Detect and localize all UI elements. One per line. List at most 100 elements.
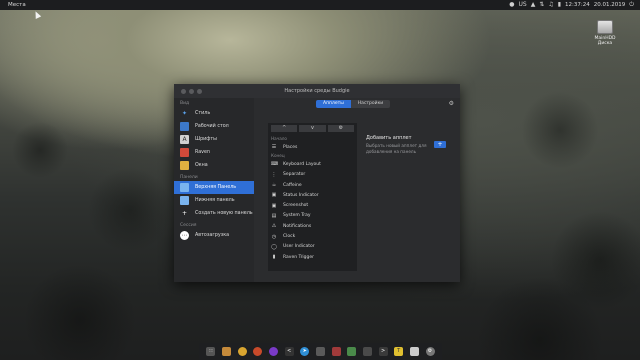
list-item[interactable]: ▤ System Tray xyxy=(268,211,357,221)
list-item[interactable]: ▣ Status Indicator xyxy=(268,190,357,200)
move-down-button[interactable]: v xyxy=(299,125,326,132)
list-item[interactable]: ◯ User Indicator xyxy=(268,242,357,252)
list-icon: ☰ xyxy=(271,144,277,151)
raven-icon: ▮ xyxy=(272,254,276,261)
sidebar-item-raven[interactable]: Raven xyxy=(174,146,254,159)
sidebar-item-label: Рабочий стол xyxy=(195,124,229,129)
applet-label: Raven Trigger xyxy=(283,254,315,260)
sidebar-item-label: Шрифты xyxy=(195,137,217,142)
sidebar-item-label: Окна xyxy=(195,163,208,168)
list-item[interactable]: ⌨ Keyboard Layout xyxy=(268,159,357,169)
sidebar-item-windows[interactable]: Окна xyxy=(174,159,254,172)
sidebar-item-desktop[interactable]: Рабочий стол xyxy=(174,120,254,133)
gear-icon[interactable]: ⚙ xyxy=(449,100,454,107)
chat-icon[interactable] xyxy=(362,347,372,356)
tab-applets[interactable]: Апплеты xyxy=(316,100,351,108)
style-icon: ✦ xyxy=(181,109,188,117)
title-bar[interactable]: Настройки среды Budgie xyxy=(174,84,460,98)
screenshot-icon: ▣ xyxy=(271,202,277,209)
sidebar-item-fonts[interactable]: A Шрифты xyxy=(174,133,254,146)
section-heading-panels: Панели xyxy=(180,175,198,180)
wifi-icon[interactable]: ▲ xyxy=(531,2,536,8)
sidebar-item-style[interactable]: ✦ Стиль xyxy=(174,107,254,120)
applet-label: Keyboard Layout xyxy=(283,161,321,167)
tab-bar: Апплеты Настройки xyxy=(316,100,391,108)
list-item[interactable]: ☰ Places xyxy=(268,142,357,152)
keyboard-icon: ⌨ xyxy=(271,161,279,168)
applet-label: Caffeine xyxy=(283,182,302,188)
keyboard-layout[interactable]: US xyxy=(518,2,526,8)
top-panel: Места ● US ▲ ⇅ ♫ ▮ 12:37:24 20.01.2019 ⏻ xyxy=(0,0,640,10)
applet-label: Notifications xyxy=(283,223,312,229)
desktop-icon xyxy=(180,122,189,131)
code-icon[interactable]: < xyxy=(284,347,294,356)
mpv-icon[interactable] xyxy=(268,347,278,356)
notes-icon[interactable]: T xyxy=(394,347,404,356)
sidebar-item-bottom-panel[interactable]: Нижняя панель xyxy=(174,194,254,207)
sidebar-item-label: Стиль xyxy=(195,111,211,116)
list-item[interactable]: ☕ Caffeine xyxy=(268,180,357,190)
sidebar-item-label: Автозагрузка xyxy=(195,233,230,238)
mic-icon[interactable]: ● xyxy=(509,2,514,8)
mouse-cursor xyxy=(32,10,42,19)
windows-icon xyxy=(180,161,189,170)
clock-date[interactable]: 20.01.2019 xyxy=(594,2,626,8)
applet-label: Screenshot xyxy=(283,203,309,209)
group-heading-start: Начало xyxy=(271,136,287,141)
clock-icon: ◷ xyxy=(271,233,277,240)
settings-icon[interactable]: ⚙ xyxy=(425,347,435,356)
applet-label: Places xyxy=(283,144,298,150)
list-item[interactable]: ▮ Raven Trigger xyxy=(268,252,357,262)
sidebar-item-autostart[interactable]: ⋯ Автозагрузка xyxy=(174,229,254,242)
status-icon: ▣ xyxy=(271,192,277,199)
telegram-icon[interactable]: ➤ xyxy=(300,347,310,356)
list-item[interactable]: ▣ Screenshot xyxy=(268,200,357,210)
folder-icon xyxy=(180,183,189,192)
gallery-icon[interactable] xyxy=(347,347,357,356)
user-icon: ◯ xyxy=(271,243,277,250)
applet-label: User Indicator xyxy=(283,244,315,250)
coffee-icon: ☕ xyxy=(271,182,277,189)
desktop-drive[interactable]: MainHDD Диска xyxy=(588,20,622,46)
file-manager-icon[interactable] xyxy=(315,347,325,356)
power-icon[interactable]: ⏻ xyxy=(629,2,634,8)
video-icon[interactable] xyxy=(331,347,341,356)
section-heading-appearance: Вид xyxy=(180,101,190,106)
tray-icon: ▤ xyxy=(271,212,277,219)
list-item[interactable]: ⋮ Separator xyxy=(268,170,357,180)
document-icon[interactable] xyxy=(409,347,419,356)
list-item[interactable]: ◷ Clock xyxy=(268,231,357,241)
battery-icon[interactable]: ▮ xyxy=(558,2,561,8)
sidebar-item-create-panel[interactable]: + Создать новую панель xyxy=(174,207,254,220)
budgie-settings-window: Настройки среды Budgie Вид ✦ Стиль Рабоч… xyxy=(174,84,460,282)
sidebar-item-label: Верхняя Панель xyxy=(195,185,237,190)
package-icon[interactable] xyxy=(221,347,231,356)
plus-icon: + xyxy=(181,209,188,217)
move-up-button[interactable]: ^ xyxy=(271,125,298,132)
terminal-icon[interactable]: > xyxy=(378,347,388,356)
applet-settings-button[interactable]: ⚙ xyxy=(327,125,354,132)
firefox-icon[interactable] xyxy=(253,347,263,356)
raven-icon xyxy=(180,148,189,157)
window-title: Настройки среды Budgie xyxy=(284,88,350,94)
applet-label: System Tray xyxy=(283,213,311,219)
apps-grid-icon[interactable]: ∷ xyxy=(206,347,216,356)
bell-icon: ⚠ xyxy=(271,223,277,230)
sidebar-item-label: Нижняя панель xyxy=(195,198,235,203)
tab-settings[interactable]: Настройки xyxy=(350,100,391,108)
chrome-icon[interactable] xyxy=(237,347,247,356)
sidebar-item-label: Создать новую панель xyxy=(195,211,253,216)
section-heading-session: Сессия xyxy=(180,223,197,228)
add-applet-button[interactable]: + xyxy=(434,141,446,148)
sidebar-item-top-panel[interactable]: Верхняя Панель xyxy=(174,181,254,194)
group-heading-end: Конец xyxy=(271,153,285,159)
applet-label: Clock xyxy=(283,234,296,240)
dock: ∷ < ➤ > T ⚙ xyxy=(199,343,442,360)
places-menu[interactable]: Места xyxy=(8,2,26,8)
volume-icon[interactable]: ♫ xyxy=(548,2,553,8)
clock-time[interactable]: 12:37:24 xyxy=(565,2,590,8)
folder-icon xyxy=(180,196,189,205)
network-icon[interactable]: ⇅ xyxy=(539,2,544,8)
system-tray: ● US ▲ ⇅ ♫ ▮ 12:37:24 20.01.2019 ⏻ xyxy=(509,2,640,9)
list-item[interactable]: ⚠ Notifications xyxy=(268,221,357,231)
